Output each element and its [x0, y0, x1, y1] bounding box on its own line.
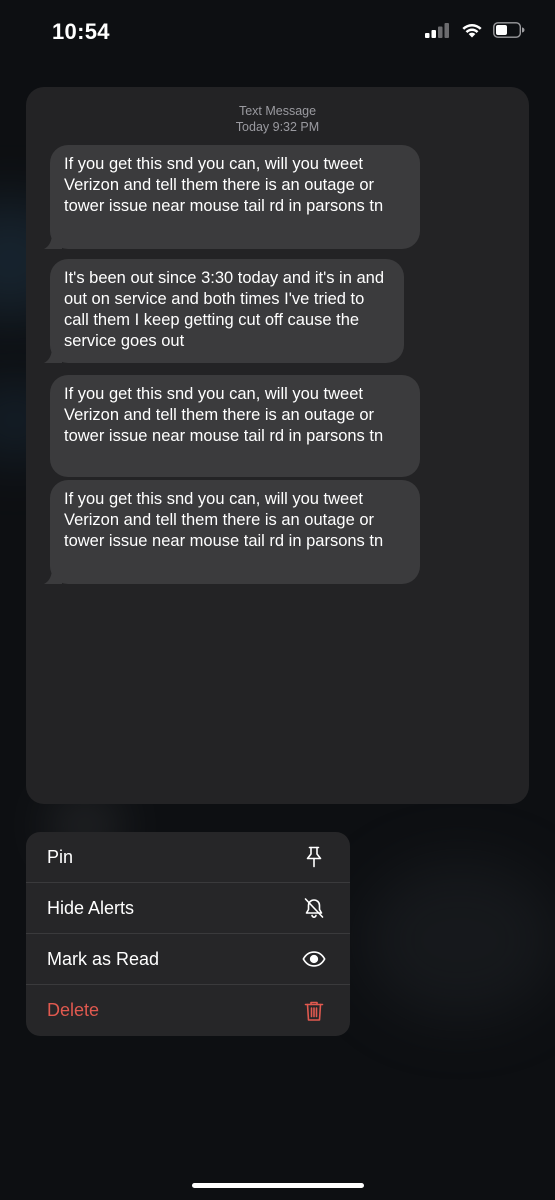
message-text: It's been out since 3:30 today and it's …: [64, 269, 385, 350]
menu-item-pin[interactable]: Pin: [26, 832, 350, 883]
status-icons: [425, 22, 525, 43]
message-preview-card[interactable]: Text Message Today 9:32 PM If you get th…: [26, 87, 529, 804]
cellular-signal-icon: [425, 22, 451, 43]
trash-icon: [302, 999, 326, 1023]
message-text: If you get this snd you can, will you tw…: [64, 385, 384, 445]
message-text: If you get this snd you can, will you tw…: [64, 490, 384, 550]
wifi-icon: [461, 22, 483, 43]
message-timestamp: Today 9:32 PM: [235, 120, 320, 134]
bell-slash-icon: [302, 896, 326, 920]
message-bubble[interactable]: It's been out since 3:30 today and it's …: [44, 259, 404, 363]
battery-icon: [493, 22, 525, 43]
menu-item-hide-alerts[interactable]: Hide Alerts: [26, 883, 350, 934]
message-type-label: Text Message: [238, 104, 317, 118]
eye-icon: [302, 947, 326, 971]
status-time: 10:54: [52, 19, 110, 44]
menu-item-delete[interactable]: Delete: [26, 985, 350, 1036]
menu-item-label: Mark as Read: [47, 948, 160, 969]
menu-item-label: Pin: [47, 846, 74, 867]
pin-icon: [302, 845, 326, 869]
message-bubble[interactable]: If you get this snd you can, will you tw…: [44, 480, 420, 584]
menu-item-label: Delete: [47, 1000, 100, 1020]
bubble-tail: [44, 568, 62, 584]
message-header: Text Message Today 9:32 PM: [26, 103, 529, 135]
message-text: If you get this snd you can, will you tw…: [64, 155, 384, 215]
bubble-tail: [44, 233, 62, 249]
bubble-tail: [44, 347, 62, 363]
menu-item-label: Hide Alerts: [47, 897, 135, 918]
menu-item-mark-as-read[interactable]: Mark as Read: [26, 934, 350, 985]
message-bubble[interactable]: If you get this snd you can, will you tw…: [44, 145, 420, 249]
home-indicator[interactable]: [192, 1183, 364, 1188]
message-bubble[interactable]: If you get this snd you can, will you tw…: [50, 375, 420, 477]
background-blur: [360, 860, 555, 1020]
context-menu: Pin Hide Alerts Mark as Read Delete: [26, 832, 350, 1036]
status-bar: 10:54: [0, 0, 555, 70]
